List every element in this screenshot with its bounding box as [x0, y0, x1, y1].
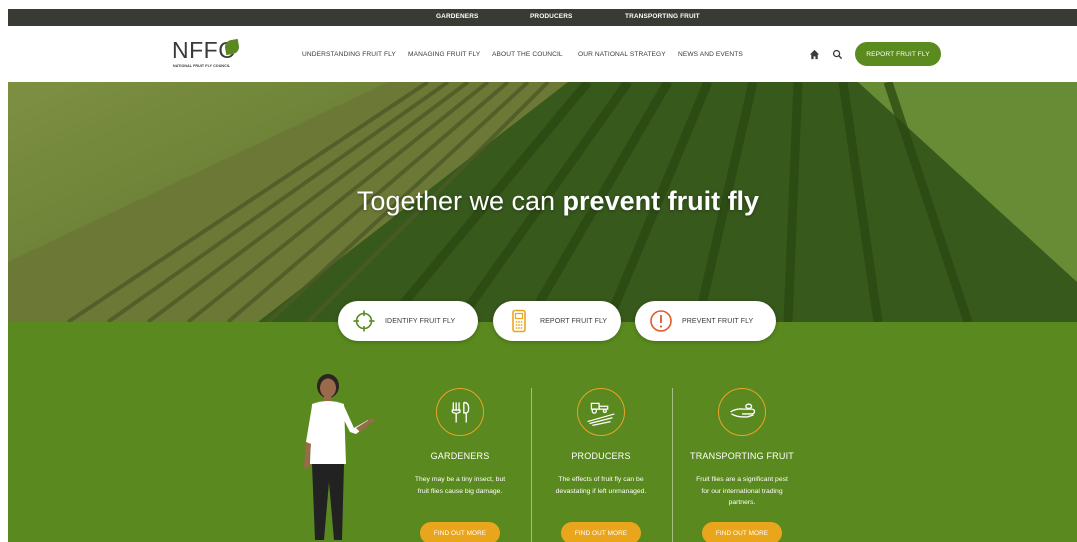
gardeners-find-out-more-button[interactable]: FIND OUT MORE	[420, 522, 500, 542]
hero-banner: Together we can prevent fruit fly	[8, 82, 1077, 322]
producers-text-line: devastating if left unmanaged.	[555, 487, 647, 495]
transporting-fruit-find-out-more-button[interactable]: FIND OUT MORE	[702, 522, 782, 542]
gardeners-text: They may be a tiny insect, but fruit fli…	[395, 474, 525, 497]
transporting-fruit-title: TRANSPORTING FRUIT	[690, 451, 794, 461]
home-icon[interactable]	[809, 49, 820, 60]
hero-title-bold: prevent fruit fly	[562, 186, 760, 216]
logo-subtitle: NATIONAL FRUIT FLY COUNCIL	[173, 64, 231, 68]
garden-tools-icon	[436, 388, 484, 436]
transporting-fruit-text: Fruit flies are a significant pest for o…	[677, 474, 807, 509]
report-fruit-fly-button[interactable]: REPORT FRUIT FLY	[855, 42, 941, 66]
tractor-field-icon	[577, 388, 625, 436]
nav-understanding-fruit-fly[interactable]: UNDERSTANDING FRUIT FLY	[302, 51, 396, 58]
person-illustration	[304, 374, 375, 540]
hero-title-regular: Together we can	[356, 186, 563, 216]
column-divider	[672, 388, 673, 542]
prevent-fruit-fly-label: PREVENT FRUIT FLY	[682, 317, 754, 325]
alert-icon	[650, 310, 672, 332]
crosshair-icon	[353, 310, 375, 332]
producers-text-line: The effects of fruit fly can be	[558, 476, 644, 483]
identify-fruit-fly-button[interactable]: IDENTIFY FRUIT FLY	[338, 301, 478, 341]
site-header: NFFC NATIONAL FRUIT FLY COUNCIL UNDERSTA…	[8, 26, 1077, 82]
producers-find-out-more-button[interactable]: FIND OUT MORE	[561, 522, 641, 542]
nav-about-the-council[interactable]: ABOUT THE COUNCIL	[492, 51, 563, 58]
transporting-fruit-text-line: for our international trading	[701, 487, 783, 495]
phone-icon	[512, 309, 526, 333]
hand-fruit-icon	[718, 388, 766, 436]
prevent-fruit-fly-button[interactable]: PREVENT FRUIT FLY	[635, 301, 776, 341]
report-fruit-fly-label: REPORT FRUIT FLY	[540, 317, 608, 325]
gardeners-text-line: fruit flies cause big damage.	[417, 487, 503, 495]
column-divider	[531, 388, 532, 542]
nav-managing-fruit-fly[interactable]: MANAGING FRUIT FLY	[408, 51, 480, 58]
audience-section	[8, 322, 1077, 542]
search-icon[interactable]	[832, 49, 843, 60]
page: GARDENERS PRODUCERS TRANSPORTING FRUIT N…	[0, 0, 1077, 542]
report-fruit-fly-pill-button[interactable]: REPORT FRUIT FLY	[493, 301, 621, 341]
transporting-fruit-text-line: partners.	[728, 499, 756, 506]
site-logo[interactable]: NFFC NATIONAL FRUIT FLY COUNCIL	[172, 37, 252, 71]
topbar-link-gardeners[interactable]: GARDENERS	[436, 13, 478, 20]
topbar-link-producers[interactable]: PRODUCERS	[530, 13, 572, 20]
transporting-fruit-text-line: Fruit flies are a significant pest	[696, 476, 788, 483]
top-utility-bar: GARDENERS PRODUCERS TRANSPORTING FRUIT	[8, 9, 1077, 26]
identify-fruit-fly-label: IDENTIFY FRUIT FLY	[385, 317, 456, 325]
gardeners-text-line: They may be a tiny insect, but	[414, 476, 506, 483]
topbar-link-transporting-fruit[interactable]: TRANSPORTING FRUIT	[625, 13, 700, 20]
nav-our-national-strategy[interactable]: OUR NATIONAL STRATEGY	[578, 51, 666, 58]
hero-title: Together we can prevent fruit fly	[8, 186, 1077, 217]
nav-news-and-events[interactable]: NEWS AND EVENTS	[678, 51, 743, 58]
producers-text: The effects of fruit fly can be devastat…	[536, 474, 666, 497]
gardeners-title: GARDENERS	[430, 451, 490, 461]
producers-title: PRODUCERS	[571, 451, 631, 461]
leaf-icon	[223, 38, 241, 56]
